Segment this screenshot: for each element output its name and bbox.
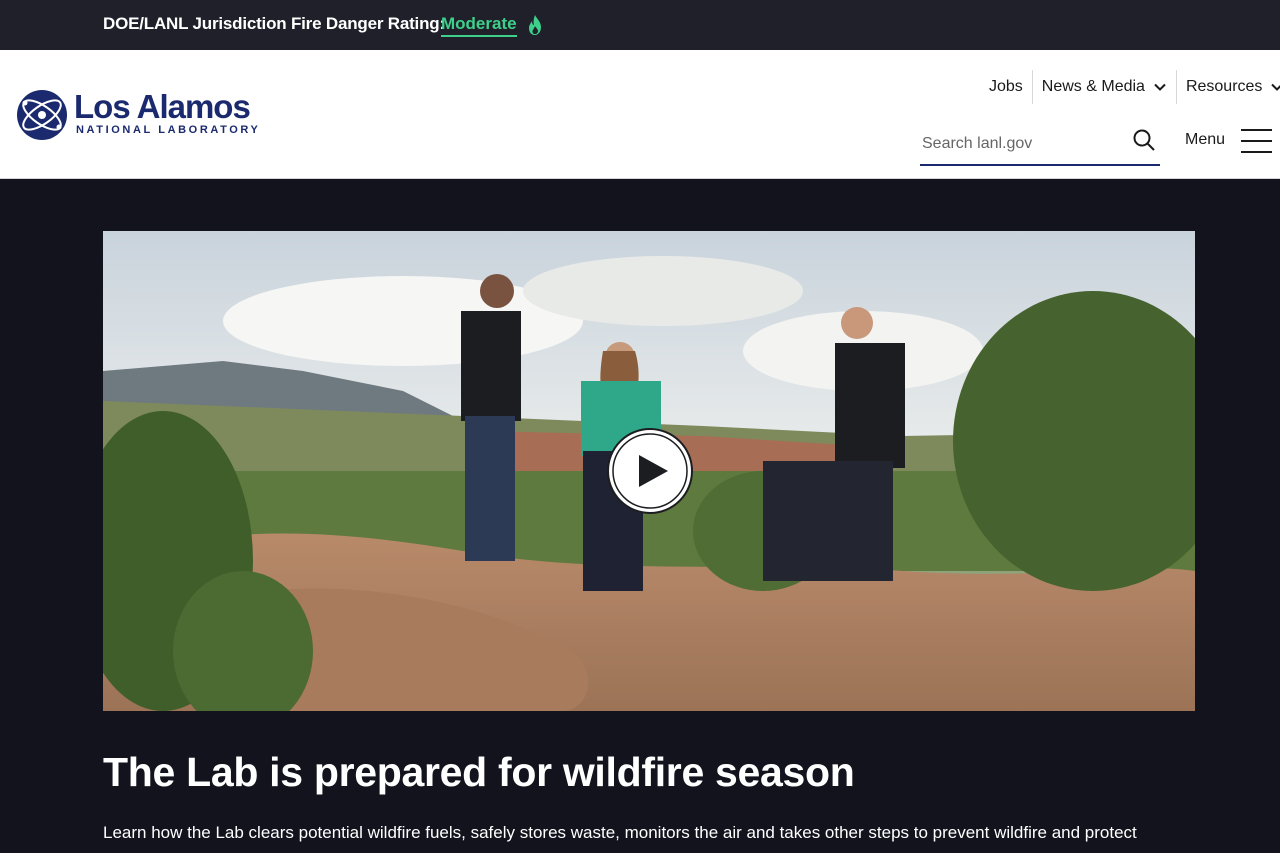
menu-label[interactable]: Menu (1185, 131, 1225, 149)
play-icon[interactable] (606, 427, 694, 515)
nav-item-label: Resources (1185, 78, 1263, 95)
nav-item-label: News & Media (1041, 78, 1145, 95)
hero-headline: The Lab is prepared for wildfire season (103, 749, 855, 795)
hero-video[interactable] (103, 231, 1195, 711)
flame-icon (529, 15, 541, 35)
chevron-down-icon (1271, 83, 1280, 91)
nav-item-label: Jobs (989, 78, 1023, 95)
fire-danger-rating-link[interactable]: Moderate (441, 14, 517, 37)
globe-logo-icon (17, 90, 67, 140)
search-box (920, 126, 1160, 166)
fire-danger-banner: DOE/LANL Jurisdiction Fire Danger Rating… (0, 0, 1280, 50)
logo-name: Los Alamos (74, 88, 251, 125)
lanl-logo[interactable]: Los Alamos NATIONAL LABORATORY (16, 88, 276, 143)
nav-item-jobs[interactable]: Jobs (980, 70, 1032, 104)
search-input[interactable] (920, 132, 1120, 156)
fire-danger-label: DOE/LANL Jurisdiction Fire Danger Rating… (103, 14, 445, 33)
nav-item-news-media[interactable]: News & Media (1031, 70, 1176, 104)
utility-nav: Jobs News & Media Resources (980, 70, 1280, 104)
chevron-down-icon (1154, 83, 1166, 91)
logo-subtitle: NATIONAL LABORATORY (76, 124, 261, 136)
nav-item-resources[interactable]: Resources (1175, 70, 1280, 104)
site-header: Los Alamos NATIONAL LABORATORY Jobs News… (0, 50, 1280, 179)
search-icon[interactable] (1132, 128, 1156, 152)
hamburger-icon[interactable] (1241, 129, 1272, 155)
hero-lede: Learn how the Lab clears potential wildf… (103, 823, 1137, 842)
